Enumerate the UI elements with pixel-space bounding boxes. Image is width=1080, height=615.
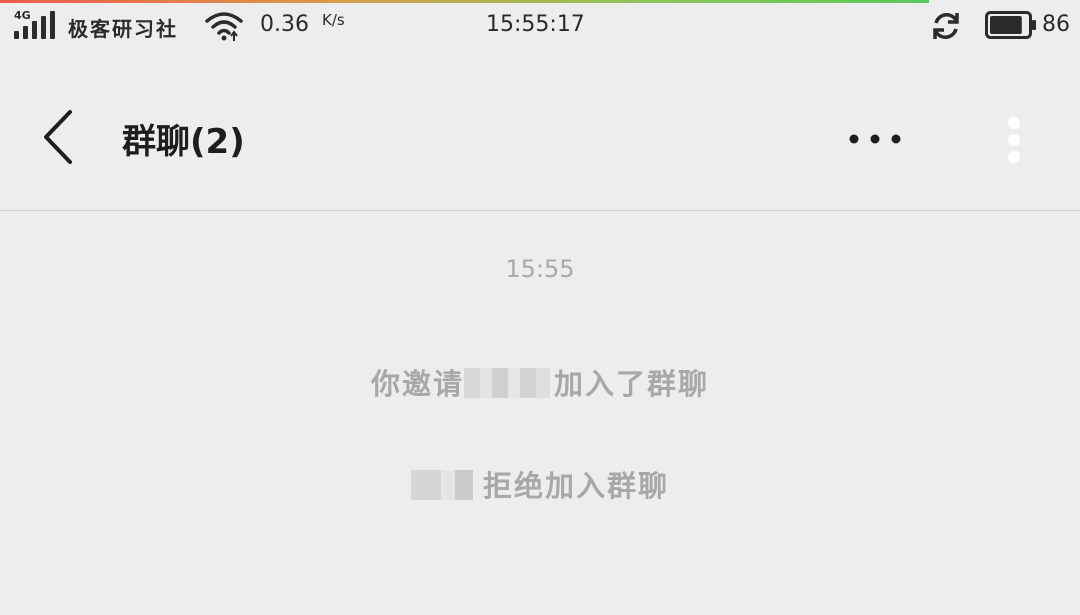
sync-icon bbox=[933, 13, 959, 39]
status-bar: 4G 极客研习社 0.36 K/s 15:55:17 86 bbox=[0, 0, 1080, 52]
system-message-prefix: 你邀请 bbox=[370, 367, 464, 401]
chat-area[interactable]: 15:55 你邀请 加入了群聊 拒绝加入群聊 bbox=[0, 211, 1080, 615]
wifi-icon bbox=[205, 12, 243, 41]
back-button[interactable] bbox=[30, 102, 86, 172]
system-message-invite: 你邀请 加入了群聊 bbox=[0, 361, 1080, 403]
more-horizontal-icon bbox=[849, 134, 901, 144]
carrier-name: 极客研习社 bbox=[68, 17, 178, 41]
redacted-name bbox=[410, 470, 473, 500]
battery-icon bbox=[985, 11, 1036, 39]
overflow-menu-button[interactable] bbox=[992, 108, 1036, 172]
message-timestamp: 15:55 bbox=[505, 255, 575, 283]
net-speed-unit: K/s bbox=[322, 11, 345, 29]
more-vertical-icon bbox=[1008, 117, 1020, 163]
net-speed: 0.36 bbox=[260, 12, 309, 37]
chat-screen: 4G 极客研习社 0.36 K/s 15:55:17 86 群聊(2) 15:5… bbox=[0, 0, 1080, 615]
signal-icon: 4G bbox=[14, 10, 58, 42]
title-bar: 群聊(2) bbox=[0, 52, 1080, 210]
page-title: 群聊(2) bbox=[122, 122, 245, 162]
status-time: 15:55:17 bbox=[486, 12, 585, 37]
chevron-left-icon bbox=[44, 110, 72, 164]
system-message-suffix: 拒绝加入群聊 bbox=[482, 469, 669, 503]
system-message-reject: 拒绝加入群聊 bbox=[0, 463, 1080, 505]
more-button[interactable] bbox=[836, 114, 914, 164]
battery-level: 86 bbox=[1042, 12, 1070, 37]
redacted-name bbox=[464, 368, 550, 398]
system-message-suffix: 加入了群聊 bbox=[554, 367, 710, 401]
network-type-label: 4G bbox=[14, 9, 31, 22]
